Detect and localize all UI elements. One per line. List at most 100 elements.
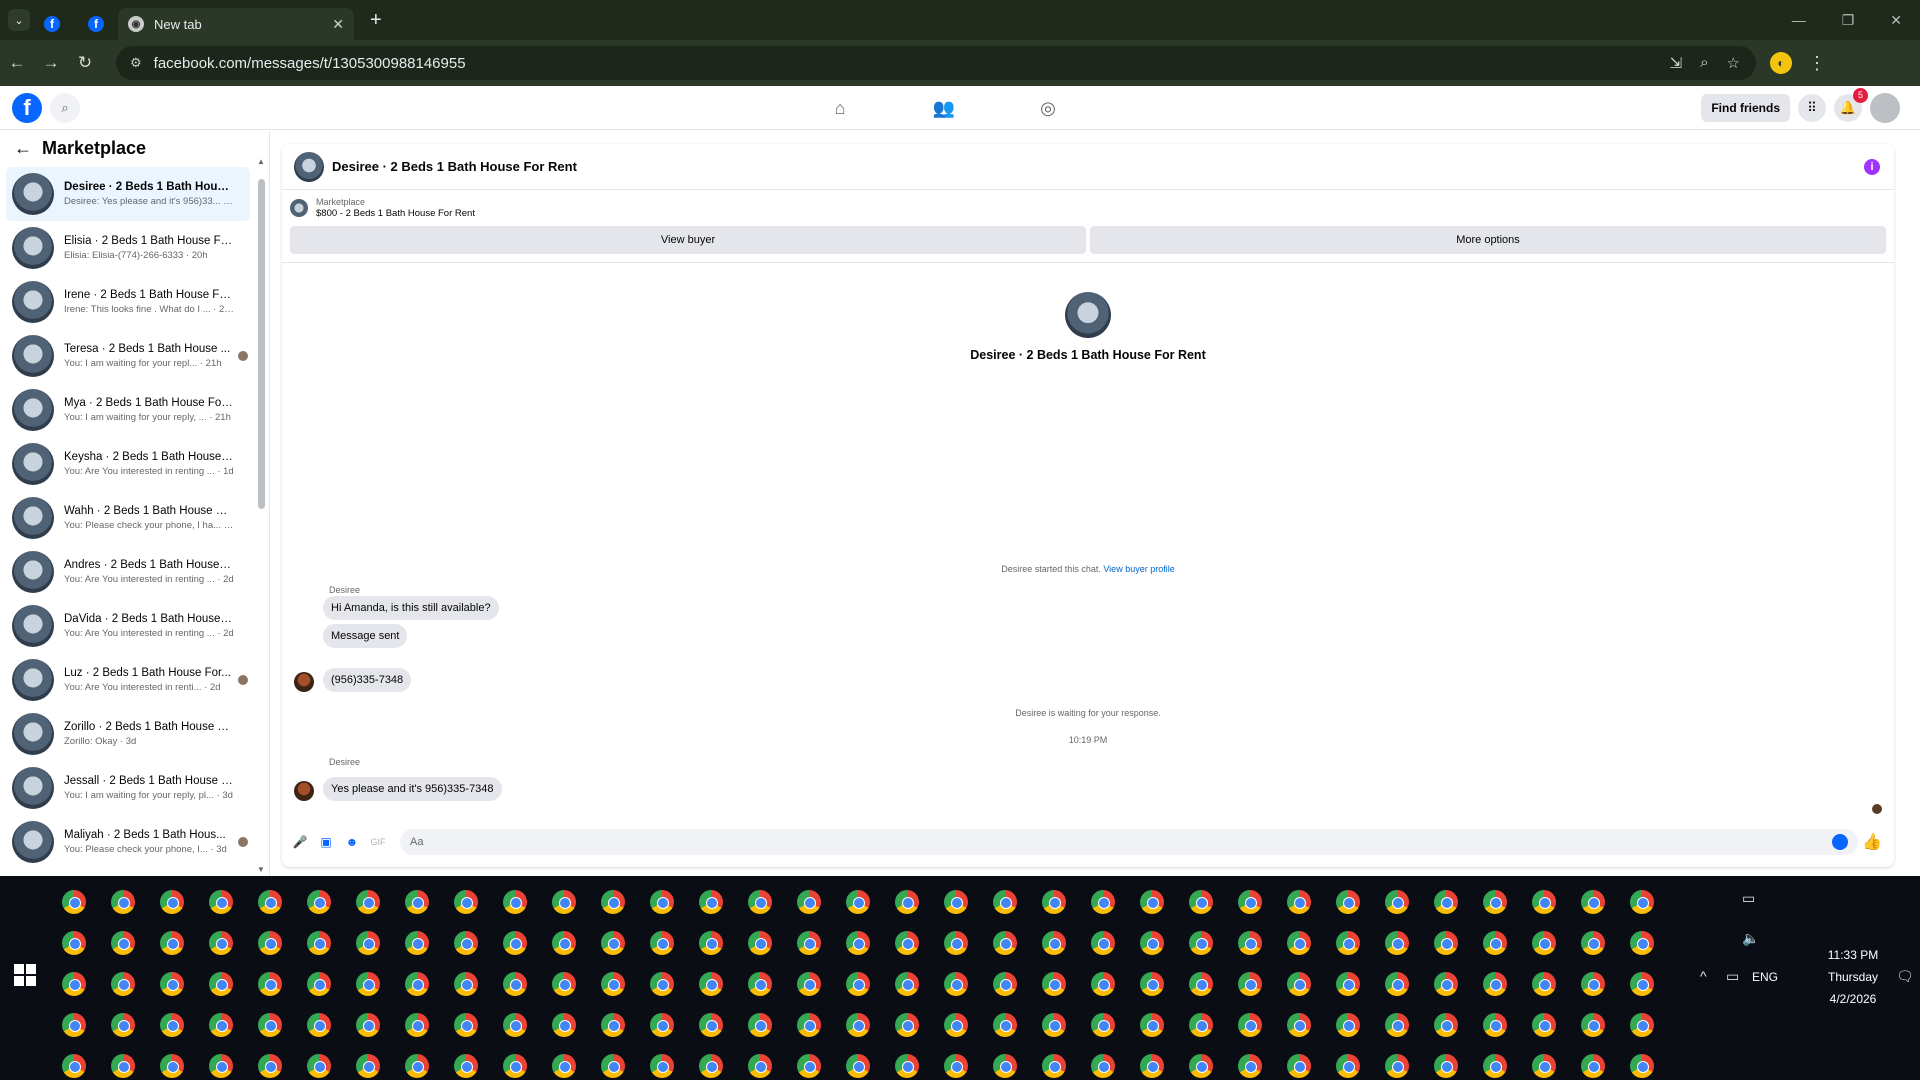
- chrome-app-icon[interactable]: [797, 1054, 821, 1078]
- chrome-app-icon[interactable]: [503, 1013, 527, 1037]
- conversation-item[interactable]: Elisia · 2 Beds 1 Bath House For ... Elis…: [6, 221, 250, 275]
- like-thumb-icon[interactable]: 👍: [1862, 832, 1882, 852]
- new-tab-icon[interactable]: +: [370, 9, 382, 32]
- chrome-app-icon[interactable]: [209, 931, 233, 955]
- chrome-app-icon[interactable]: [1434, 931, 1458, 955]
- close-tab-icon[interactable]: ✕: [332, 16, 344, 33]
- clock-date[interactable]: 4/2/2026: [1818, 992, 1888, 1006]
- chrome-app-icon[interactable]: [160, 890, 184, 914]
- chrome-app-icon[interactable]: [1434, 1054, 1458, 1078]
- friends-icon[interactable]: 👥: [924, 98, 964, 119]
- chrome-app-icon[interactable]: [748, 931, 772, 955]
- scroll-up-icon[interactable]: ▲: [257, 157, 265, 166]
- chrome-app-icon[interactable]: [1385, 1013, 1409, 1037]
- chrome-app-icon[interactable]: [1042, 890, 1066, 914]
- chrome-app-icon[interactable]: [454, 1054, 478, 1078]
- chrome-app-icon[interactable]: [62, 1013, 86, 1037]
- language-indicator[interactable]: ENG: [1752, 970, 1778, 984]
- chat-avatar[interactable]: [294, 151, 324, 182]
- chrome-app-icon[interactable]: [699, 1054, 723, 1078]
- chrome-app-icon[interactable]: [1483, 1013, 1507, 1037]
- chrome-app-icon[interactable]: [846, 972, 870, 996]
- conversation-item[interactable]: Mya · 2 Beds 1 Bath House For ... You: I …: [6, 383, 250, 437]
- chrome-app-icon[interactable]: [209, 1013, 233, 1037]
- chrome-app-icon[interactable]: [1189, 931, 1213, 955]
- chrome-app-icon[interactable]: [748, 1054, 772, 1078]
- chrome-app-icon[interactable]: [111, 931, 135, 955]
- groups-icon[interactable]: ◎: [1028, 98, 1068, 119]
- chrome-app-icon[interactable]: [944, 931, 968, 955]
- message-bubble[interactable]: Yes please and it's 956)335-7348: [323, 777, 502, 801]
- chrome-app-icon[interactable]: [1532, 1013, 1556, 1037]
- chrome-app-icon[interactable]: [601, 931, 625, 955]
- chrome-app-icon[interactable]: [356, 1013, 380, 1037]
- chrome-app-icon[interactable]: [699, 931, 723, 955]
- chrome-app-icon[interactable]: [1630, 1054, 1654, 1078]
- chrome-app-icon[interactable]: [650, 1054, 674, 1078]
- chrome-app-icon[interactable]: [1091, 890, 1115, 914]
- chrome-app-icon[interactable]: [1581, 890, 1605, 914]
- chrome-app-icon[interactable]: [160, 972, 184, 996]
- chrome-app-icon[interactable]: [1238, 890, 1262, 914]
- chrome-app-icon[interactable]: [454, 1013, 478, 1037]
- chrome-app-icon[interactable]: [1287, 890, 1311, 914]
- install-icon[interactable]: ⇲: [1670, 54, 1683, 72]
- chrome-app-icon[interactable]: [454, 931, 478, 955]
- chrome-app-icon[interactable]: [1189, 890, 1213, 914]
- chrome-app-icon[interactable]: [846, 890, 870, 914]
- chrome-app-icon[interactable]: [552, 931, 576, 955]
- chrome-app-icon[interactable]: [1140, 1054, 1164, 1078]
- chrome-app-icon[interactable]: [356, 931, 380, 955]
- browser-tab-facebook-1[interactable]: f: [30, 8, 74, 40]
- clock-day[interactable]: Thursday: [1818, 970, 1888, 984]
- chrome-app-icon[interactable]: [1091, 1054, 1115, 1078]
- chrome-app-icon[interactable]: [1140, 1013, 1164, 1037]
- back-icon[interactable]: ←: [0, 53, 34, 73]
- info-icon[interactable]: i: [1864, 158, 1880, 175]
- conversation-item[interactable]: Desiree · 2 Beds 1 Bath House F... Desire…: [6, 167, 250, 221]
- conversation-item[interactable]: Jessall · 2 Beds 1 Bath House Fo... You: …: [6, 761, 250, 815]
- account-avatar[interactable]: [1870, 92, 1900, 123]
- chrome-app-icon[interactable]: [1434, 1013, 1458, 1037]
- chrome-app-icon[interactable]: [650, 972, 674, 996]
- message-bubble[interactable]: (956)335-7348: [323, 668, 412, 692]
- conversation-item[interactable]: DaVida · 2 Beds 1 Bath House F... You: Ar…: [6, 599, 250, 653]
- chrome-app-icon[interactable]: [503, 972, 527, 996]
- conversation-item[interactable]: Irene · 2 Beds 1 Bath House For ... Irene…: [6, 275, 250, 329]
- profile-icon[interactable]: ◐: [1770, 52, 1792, 74]
- minimize-icon[interactable]: —: [1792, 12, 1806, 29]
- chrome-app-icon[interactable]: [1042, 931, 1066, 955]
- chrome-app-icon[interactable]: [1140, 931, 1164, 955]
- conversation-item[interactable]: Maliyah · 2 Beds 1 Bath Hous... You: Plea…: [6, 815, 250, 869]
- chrome-app-icon[interactable]: [650, 1013, 674, 1037]
- chrome-app-icon[interactable]: [1287, 931, 1311, 955]
- browser-tab-facebook-2[interactable]: f: [74, 8, 118, 40]
- chrome-app-icon[interactable]: [1189, 1054, 1213, 1078]
- conversation-item[interactable]: Andres · 2 Beds 1 Bath House F... You: Ar…: [6, 545, 250, 599]
- chrome-app-icon[interactable]: [601, 1013, 625, 1037]
- browser-tab-new-tab[interactable]: ◉ New tab ✕: [118, 8, 354, 40]
- chrome-app-icon[interactable]: [1336, 931, 1360, 955]
- conversation-item[interactable]: Wahh · 2 Beds 1 Bath House For... You: Pl…: [6, 491, 250, 545]
- scroll-down-icon[interactable]: ▼: [257, 865, 265, 874]
- chrome-app-icon[interactable]: [1287, 1013, 1311, 1037]
- address-bar[interactable]: ⚙ facebook.com/messages/t/13053009881469…: [116, 46, 1756, 80]
- chrome-app-icon[interactable]: [895, 972, 919, 996]
- chrome-app-icon[interactable]: [846, 931, 870, 955]
- volume-icon[interactable]: 🔈: [1742, 930, 1759, 947]
- chrome-app-icon[interactable]: [160, 1054, 184, 1078]
- listing-summary[interactable]: Marketplace $800 - 2 Beds 1 Bath House F…: [282, 190, 1894, 226]
- chrome-app-icon[interactable]: [1238, 931, 1262, 955]
- scroll-thumb[interactable]: [258, 179, 265, 509]
- chrome-app-icon[interactable]: [1042, 972, 1066, 996]
- chrome-app-icon[interactable]: [111, 1054, 135, 1078]
- chrome-app-icon[interactable]: [62, 931, 86, 955]
- chrome-app-icon[interactable]: [797, 1013, 821, 1037]
- chrome-app-icon[interactable]: [1581, 1013, 1605, 1037]
- chrome-app-icon[interactable]: [1532, 931, 1556, 955]
- chrome-app-icon[interactable]: [1287, 972, 1311, 996]
- chrome-app-icon[interactable]: [895, 1013, 919, 1037]
- chrome-app-icon[interactable]: [601, 1054, 625, 1078]
- search-icon[interactable]: ⌕: [50, 92, 80, 123]
- chrome-app-icon[interactable]: [307, 972, 331, 996]
